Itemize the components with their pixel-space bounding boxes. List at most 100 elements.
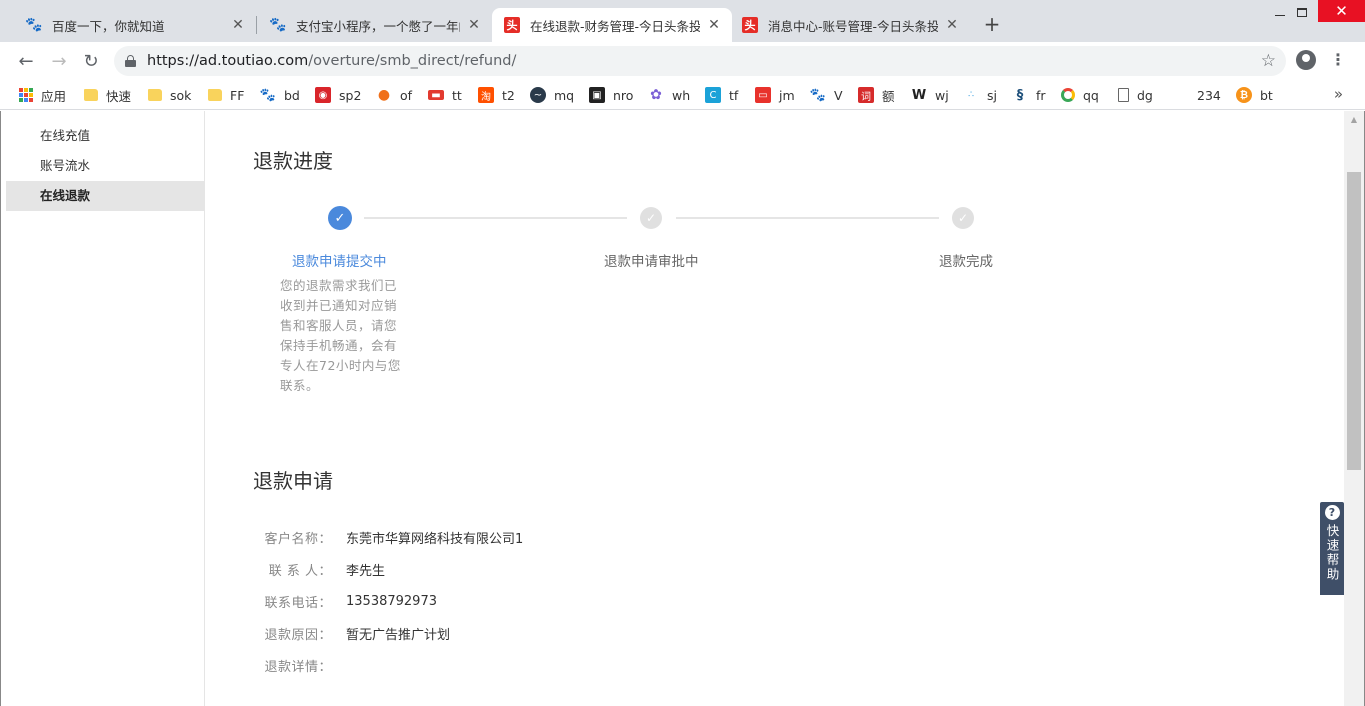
forward-arrow-icon[interactable]: → (47, 49, 71, 73)
url-text[interactable]: https://ad.toutiao.com/overture/smb_dire… (147, 53, 516, 69)
bookmark-label: sok (170, 87, 192, 103)
close-icon[interactable]: ✕ (706, 17, 722, 33)
sidebar-item-account-flow[interactable]: 账号流水 (6, 151, 204, 181)
close-icon[interactable]: ✕ (230, 17, 246, 33)
baidu-paw-icon: 🐾 (809, 87, 827, 103)
field-value: 东莞市华算网络科技有限公司1 (346, 531, 524, 547)
finance-sidebar: 在线充值 账号流水 在线退款 (6, 111, 205, 706)
bookmark-label: bd (284, 87, 300, 103)
bookmark-label: sp2 (339, 87, 362, 103)
sidebar-item-refund[interactable]: 在线退款 (6, 181, 204, 211)
bookmark-folder[interactable]: 快速 (84, 86, 131, 104)
apps-grid-icon (19, 88, 33, 102)
quick-help-button[interactable]: ? 快速帮助 (1320, 502, 1344, 595)
w-logo-icon: W (911, 87, 927, 103)
field-label: 联 系 人： (268, 563, 332, 579)
field-details: 退款详情： (206, 655, 346, 675)
bookmark-item[interactable]: ~ mq (530, 86, 574, 104)
baidu-paw-icon: 🐾 (259, 87, 277, 103)
bookmark-item[interactable]: ▭ jm (755, 86, 795, 104)
tab-messages[interactable]: 头 消息中心-账号管理-今日头条投放 ✕ (730, 8, 970, 42)
bag-icon: ▣ (589, 87, 605, 103)
bookmark-apps[interactable]: 应用 (19, 86, 66, 104)
step-label-submitting: 退款申请提交中 (292, 254, 387, 270)
bitcoin-icon: ₿ (1236, 87, 1252, 103)
bookmark-folder[interactable]: FF (208, 86, 244, 104)
step-connector (364, 217, 627, 219)
bookmark-item[interactable]: Ctf (705, 86, 738, 104)
bookmark-item[interactable]: Wwj (911, 86, 949, 104)
step-connector (676, 217, 939, 219)
field-phone: 联系电话： 13538792973 (206, 591, 437, 611)
scroll-thumb[interactable] (1347, 172, 1361, 470)
bookmark-item[interactable]: ● of (376, 86, 412, 104)
page-content: 在线充值 账号流水 在线退款 退款进度 ✓ ✓ ✓ 退款申请提交中 退款申请审批… (0, 111, 1365, 706)
ci-icon: 词 (858, 87, 874, 103)
taobao-icon: 淘 (478, 87, 494, 103)
baidu-paw-icon: 🐾 (25, 17, 43, 33)
new-tab-icon[interactable]: + (982, 12, 1002, 36)
sidebar-item-recharge[interactable]: 在线充值 (6, 121, 204, 151)
pinwheel-icon: ✿ (650, 87, 662, 103)
close-icon[interactable]: ✕ (466, 17, 482, 33)
bookmark-label: qq (1083, 87, 1099, 103)
bookmark-item[interactable]: § fr (1012, 86, 1046, 104)
bookmark-label: bt (1260, 87, 1273, 103)
address-bar[interactable]: https://ad.toutiao.com/overture/smb_dire… (114, 46, 1286, 76)
tab-refund[interactable]: 头 在线退款-财务管理-今日头条投放 ✕ (492, 8, 732, 42)
step-label-complete: 退款完成 (939, 254, 993, 270)
refund-steps: ✓ ✓ ✓ (206, 206, 1106, 246)
bookmark-item[interactable]: 🐾 V (810, 86, 843, 104)
bookmark-label: jm (779, 87, 795, 103)
profile-avatar-icon[interactable] (1296, 50, 1316, 70)
wifi-icon: ◉ (315, 87, 331, 103)
question-icon: ? (1324, 505, 1340, 520)
tab-baidu[interactable]: 🐾 百度一下，你就知道 ✕ (8, 8, 256, 42)
bookmark-folder[interactable]: sok (148, 86, 191, 104)
close-icon[interactable]: ✕ (944, 17, 960, 33)
bookmark-item[interactable]: 234 (1197, 86, 1221, 104)
bookmark-item[interactable]: dg (1118, 86, 1153, 104)
folder-icon (84, 89, 98, 101)
field-value: 13538792973 (346, 593, 437, 609)
field-value: 暂无广告推广计划 (346, 627, 451, 643)
field-label: 客户名称： (264, 531, 332, 547)
bookmark-item[interactable]: 词额 (858, 86, 895, 104)
bookmark-item[interactable]: 淘 t2 (478, 86, 515, 104)
bookmark-item[interactable]: ∴ sj (963, 86, 997, 104)
tab-title: 消息中心-账号管理-今日头条投放 (768, 18, 938, 34)
bookmark-item[interactable]: 🐾 bd (260, 86, 300, 104)
field-label: 退款原因： (264, 627, 332, 643)
baidu-paw-icon: 🐾 (269, 17, 287, 33)
tab-title: 在线退款-财务管理-今日头条投放 (530, 18, 700, 34)
bookmark-item[interactable]: ◉ sp2 (315, 86, 361, 104)
bookmark-label: 应用 (41, 88, 67, 104)
application-title: 退款申请 (253, 469, 333, 493)
lock-icon (125, 55, 136, 67)
bookmark-item[interactable]: ₿ bt (1236, 86, 1273, 104)
color-ring-icon (1061, 88, 1075, 102)
scroll-up-arrow-icon[interactable]: ▲ (1344, 111, 1364, 128)
folder-icon (208, 89, 222, 101)
bookmark-label: wj (935, 87, 949, 103)
bookmark-item[interactable]: ✿ wh (648, 86, 690, 104)
folder-icon (148, 89, 162, 101)
bookmark-label: of (400, 87, 413, 103)
field-label: 联系电话： (264, 595, 332, 611)
star-icon[interactable]: ☆ (1261, 51, 1276, 71)
bookmark-item[interactable]: qq (1061, 86, 1099, 104)
tab-alipay[interactable]: 🐾 支付宝小程序，一个憋了一年的大 ✕ (252, 8, 492, 42)
window-close-icon[interactable]: ✕ (1318, 0, 1365, 22)
bookmark-label: dg (1137, 87, 1153, 103)
reload-icon[interactable]: ↻ (79, 49, 103, 73)
page-scrollbar[interactable]: ▲ (1344, 111, 1364, 706)
browser-toolbar: ← → ↻ https://ad.toutiao.com/overture/sm… (0, 42, 1365, 80)
bookmark-item[interactable]: ▣ nro (589, 86, 633, 104)
refund-main: 退款进度 ✓ ✓ ✓ 退款申请提交中 退款申请审批中 退款完成 您的退款需求我们… (206, 111, 1344, 706)
back-arrow-icon[interactable]: ← (14, 49, 38, 73)
bookmark-item[interactable]: ▬ tt (428, 86, 462, 104)
bookmark-label: FF (230, 87, 245, 103)
page-icon (1118, 88, 1129, 102)
more-bookmarks-chevron-icon[interactable]: » (1334, 85, 1343, 103)
menu-kebab-icon[interactable]: ⋮ (1330, 50, 1346, 69)
